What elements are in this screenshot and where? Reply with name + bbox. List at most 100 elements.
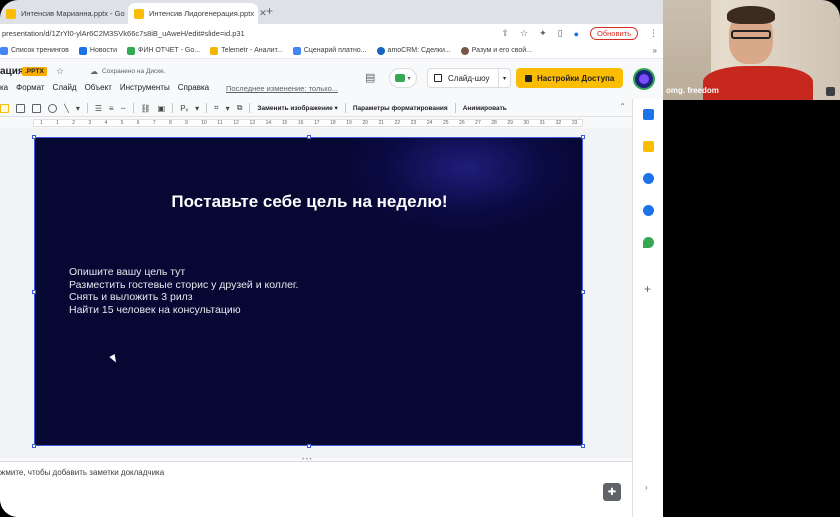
avatar[interactable] bbox=[633, 68, 655, 90]
ruler-number: 23 bbox=[410, 120, 417, 126]
bookmark-mind[interactable]: Разум и его свой... bbox=[456, 46, 537, 55]
resize-handle[interactable] bbox=[307, 444, 311, 448]
chevron-down-icon[interactable]: ▾ bbox=[226, 104, 230, 113]
tab-title: Интенсив Марианна.pptx - Go bbox=[21, 9, 125, 18]
mask-icon[interactable]: ⧉ bbox=[237, 103, 243, 113]
screen: Интенсив Марианна.pptx - Go ✕ Интенсив Л… bbox=[0, 0, 840, 517]
select-icon[interactable] bbox=[0, 103, 9, 113]
add-comment-icon[interactable]: ▣ bbox=[158, 104, 166, 113]
ruler-number: 11 bbox=[217, 120, 223, 126]
animate-button[interactable]: Анимировать bbox=[463, 105, 507, 112]
chevron-down-icon[interactable]: ▾ bbox=[498, 69, 510, 87]
bookmark-fin-report[interactable]: ФИН ОТЧЕТ - Go... bbox=[122, 46, 205, 55]
border-icon[interactable]: ≡ bbox=[109, 104, 114, 113]
last-change-link[interactable]: Последнее изменение: только... bbox=[226, 84, 338, 93]
slide[interactable]: Поставьте себе цель на неделю! Опишите в… bbox=[32, 135, 585, 448]
contacts-icon[interactable] bbox=[643, 205, 654, 216]
bookmark-label: Список тренингов bbox=[11, 47, 69, 54]
resize-handle[interactable] bbox=[32, 444, 36, 448]
resize-handle[interactable] bbox=[32, 135, 36, 139]
resize-handle[interactable] bbox=[581, 290, 585, 294]
resize-handle[interactable] bbox=[581, 135, 585, 139]
add-icon[interactable]: + bbox=[644, 282, 651, 296]
resize-handle[interactable] bbox=[32, 290, 36, 294]
notes-placeholder[interactable]: жмите, чтобы добавить заметки докладчика bbox=[0, 468, 164, 477]
menu-tools[interactable]: Инструменты bbox=[120, 83, 170, 92]
share-icon[interactable]: ⇪ bbox=[501, 28, 509, 39]
tasks-icon[interactable] bbox=[643, 173, 654, 184]
textbox-icon[interactable] bbox=[16, 103, 25, 113]
bookmark-amocrm[interactable]: amoCRM: Сделки... bbox=[372, 46, 456, 55]
resize-handle[interactable] bbox=[307, 135, 311, 139]
divider bbox=[249, 103, 251, 113]
border-dash-icon[interactable]: ┄ bbox=[121, 104, 126, 113]
extensions-icon[interactable]: ✦ bbox=[539, 28, 547, 39]
ruler-number: 17 bbox=[314, 120, 320, 126]
bookmark-label: Сценарий платно... bbox=[303, 47, 367, 54]
slide-line: Снять и выложить 3 рилз bbox=[69, 291, 193, 303]
tab-intensive-marianna[interactable]: Интенсив Марианна.pptx - Go ✕ bbox=[0, 3, 137, 24]
notes-resize-handle[interactable]: • • • bbox=[302, 457, 312, 463]
chevron-down-icon[interactable]: ▾ bbox=[195, 104, 199, 113]
crop-icon[interactable]: ⌗ bbox=[214, 103, 219, 113]
image-icon[interactable] bbox=[32, 103, 41, 113]
chevron-up-icon[interactable]: ⌃ bbox=[619, 102, 626, 111]
keep-icon[interactable] bbox=[643, 141, 654, 152]
slide-body[interactable]: Опишите вашу цель тут Разместить гостевы… bbox=[69, 266, 298, 316]
url-field[interactable]: presentation/d/1ZrYl0-ylAr6C2M3SVk66c7s8… bbox=[0, 29, 245, 38]
ruler-number: 25 bbox=[442, 120, 449, 126]
star-icon[interactable]: ☆ bbox=[56, 66, 64, 77]
doc-title[interactable]: ация bbox=[0, 66, 24, 77]
person-hair bbox=[727, 6, 775, 24]
menu-dots-icon[interactable]: ⋮ bbox=[649, 28, 658, 39]
chat-icon[interactable]: ● bbox=[574, 29, 579, 39]
menu-object[interactable]: Объект bbox=[85, 83, 112, 92]
ruler-track: 1 1 2 3 4 5 6 7 8 9 10 11 12 13 14 15 16 17 18 19 20 21 22 23 24… bbox=[33, 119, 583, 127]
calendar-icon[interactable] bbox=[643, 109, 654, 120]
meet-button[interactable]: ▾ bbox=[389, 68, 417, 88]
maps-icon[interactable] bbox=[643, 237, 654, 248]
divider bbox=[172, 103, 174, 113]
menu-slide[interactable]: Слайд bbox=[53, 83, 77, 92]
shape-icon[interactable] bbox=[48, 103, 57, 113]
bookmark-scenario[interactable]: Сценарий платно... bbox=[288, 46, 372, 55]
ruler-number: 2 bbox=[72, 120, 76, 126]
bookmark-icon bbox=[460, 46, 469, 55]
menu-help[interactable]: Справка bbox=[178, 83, 209, 92]
bookmark-news[interactable]: Новости bbox=[74, 46, 122, 55]
update-button[interactable]: Обновить bbox=[590, 27, 638, 40]
new-tab-icon[interactable]: + bbox=[266, 4, 273, 18]
bookmark-label: Telemetr - Аналит... bbox=[221, 47, 283, 54]
bookmarks-more-icon[interactable]: » bbox=[653, 46, 663, 55]
sidebar-icon[interactable]: ▯ bbox=[558, 28, 563, 39]
bookmark-telemetr[interactable]: Telemetr - Аналит... bbox=[205, 46, 288, 55]
chevron-down-icon[interactable]: ▾ bbox=[76, 104, 80, 113]
slides-app: ация .PPTX ☆ ☁ Сохранено на Диске. ка Фо… bbox=[0, 59, 663, 517]
bookmark-star-icon[interactable]: ☆ bbox=[520, 28, 528, 39]
menu-format[interactable]: Формат bbox=[16, 83, 44, 92]
menu-insert[interactable]: ка bbox=[0, 83, 8, 92]
participant-name: omg. freedom bbox=[666, 86, 719, 95]
bookmark-trainings[interactable]: Список тренингов bbox=[0, 46, 74, 55]
bookmark-label: Новости bbox=[89, 47, 117, 54]
access-settings-button[interactable]: Настройки Доступа bbox=[516, 68, 623, 88]
tab-intensive-leadgen[interactable]: Интенсив Лидогенерация.pptx ✕ bbox=[128, 3, 267, 24]
format-options-button[interactable]: Параметры форматирования bbox=[353, 105, 448, 112]
replace-image-button[interactable]: Заменить изображение ▾ bbox=[257, 104, 337, 112]
bookmark-icon bbox=[78, 46, 87, 55]
line-icon[interactable]: ╲ bbox=[64, 104, 69, 113]
alt-text-icon[interactable]: Pᵥ bbox=[180, 104, 188, 113]
ruler-number: 19 bbox=[346, 120, 352, 126]
slideshow-button[interactable]: Слайд-шоу ▾ bbox=[427, 68, 511, 88]
slide-title[interactable]: Поставьте себе цель на неделю! bbox=[35, 192, 584, 212]
resize-handle[interactable] bbox=[581, 444, 585, 448]
link-icon[interactable]: ⛓ bbox=[141, 104, 151, 113]
comment-icon[interactable]: ▤ bbox=[365, 71, 375, 84]
ruler-number: 30 bbox=[523, 120, 530, 126]
speaker-notes[interactable]: • • • жмите, чтобы добавить заметки докл… bbox=[0, 457, 632, 517]
chevron-right-icon[interactable]: › bbox=[645, 483, 648, 492]
ruler-number: 31 bbox=[539, 120, 546, 126]
tab-bar: Интенсив Марианна.pptx - Go ✕ Интенсив Л… bbox=[0, 0, 663, 24]
explore-icon[interactable]: ✚ bbox=[603, 483, 621, 501]
align-icon[interactable]: ☰ bbox=[95, 104, 102, 113]
